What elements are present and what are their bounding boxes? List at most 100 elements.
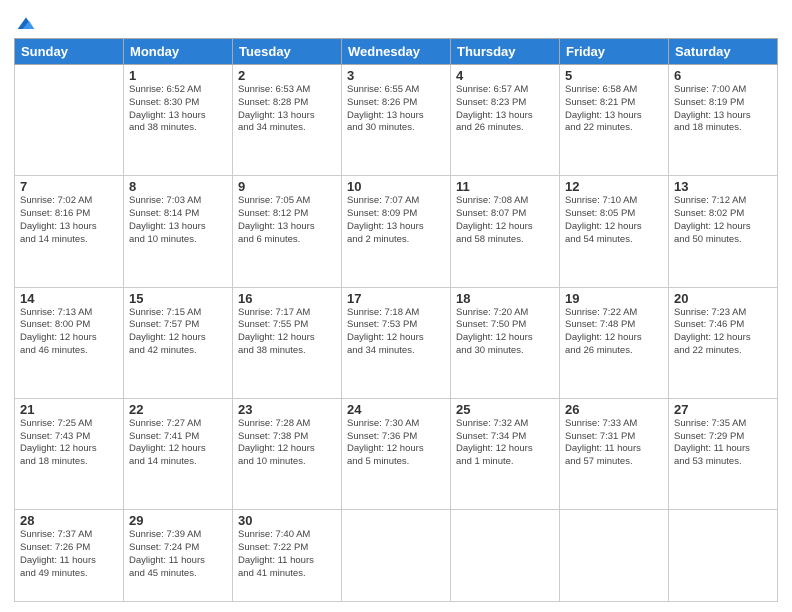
day-info: Sunrise: 7:28 AM Sunset: 7:38 PM Dayligh… (238, 418, 336, 469)
day-number: 18 (456, 291, 554, 306)
calendar-cell: 26Sunrise: 7:33 AM Sunset: 7:31 PM Dayli… (560, 398, 669, 509)
calendar-cell: 30Sunrise: 7:40 AM Sunset: 7:22 PM Dayli… (233, 510, 342, 602)
calendar-cell: 13Sunrise: 7:12 AM Sunset: 8:02 PM Dayli… (669, 176, 778, 287)
day-number: 26 (565, 402, 663, 417)
day-info: Sunrise: 7:03 AM Sunset: 8:14 PM Dayligh… (129, 195, 227, 246)
calendar-cell: 8Sunrise: 7:03 AM Sunset: 8:14 PM Daylig… (124, 176, 233, 287)
calendar-cell (451, 510, 560, 602)
calendar-cell: 18Sunrise: 7:20 AM Sunset: 7:50 PM Dayli… (451, 287, 560, 398)
day-info: Sunrise: 7:27 AM Sunset: 7:41 PM Dayligh… (129, 418, 227, 469)
header-sunday: Sunday (15, 39, 124, 65)
calendar-cell: 23Sunrise: 7:28 AM Sunset: 7:38 PM Dayli… (233, 398, 342, 509)
day-info: Sunrise: 7:39 AM Sunset: 7:24 PM Dayligh… (129, 529, 227, 580)
weekday-header-row: Sunday Monday Tuesday Wednesday Thursday… (15, 39, 778, 65)
day-number: 29 (129, 513, 227, 528)
day-number: 25 (456, 402, 554, 417)
day-info: Sunrise: 7:17 AM Sunset: 7:55 PM Dayligh… (238, 307, 336, 358)
day-number: 19 (565, 291, 663, 306)
day-number: 4 (456, 68, 554, 83)
day-info: Sunrise: 7:20 AM Sunset: 7:50 PM Dayligh… (456, 307, 554, 358)
calendar-cell: 16Sunrise: 7:17 AM Sunset: 7:55 PM Dayli… (233, 287, 342, 398)
day-number: 22 (129, 402, 227, 417)
day-info: Sunrise: 7:18 AM Sunset: 7:53 PM Dayligh… (347, 307, 445, 358)
day-info: Sunrise: 6:52 AM Sunset: 8:30 PM Dayligh… (129, 84, 227, 135)
day-info: Sunrise: 7:23 AM Sunset: 7:46 PM Dayligh… (674, 307, 772, 358)
day-info: Sunrise: 7:10 AM Sunset: 8:05 PM Dayligh… (565, 195, 663, 246)
calendar-cell: 29Sunrise: 7:39 AM Sunset: 7:24 PM Dayli… (124, 510, 233, 602)
day-number: 17 (347, 291, 445, 306)
calendar-cell: 27Sunrise: 7:35 AM Sunset: 7:29 PM Dayli… (669, 398, 778, 509)
calendar-cell: 11Sunrise: 7:08 AM Sunset: 8:07 PM Dayli… (451, 176, 560, 287)
day-info: Sunrise: 6:58 AM Sunset: 8:21 PM Dayligh… (565, 84, 663, 135)
calendar-cell: 1Sunrise: 6:52 AM Sunset: 8:30 PM Daylig… (124, 65, 233, 176)
header (14, 10, 778, 34)
calendar-cell (342, 510, 451, 602)
day-info: Sunrise: 6:53 AM Sunset: 8:28 PM Dayligh… (238, 84, 336, 135)
calendar-cell: 24Sunrise: 7:30 AM Sunset: 7:36 PM Dayli… (342, 398, 451, 509)
header-tuesday: Tuesday (233, 39, 342, 65)
day-number: 5 (565, 68, 663, 83)
day-info: Sunrise: 7:22 AM Sunset: 7:48 PM Dayligh… (565, 307, 663, 358)
calendar-cell: 2Sunrise: 6:53 AM Sunset: 8:28 PM Daylig… (233, 65, 342, 176)
calendar-cell: 19Sunrise: 7:22 AM Sunset: 7:48 PM Dayli… (560, 287, 669, 398)
week-row-1: 1Sunrise: 6:52 AM Sunset: 8:30 PM Daylig… (15, 65, 778, 176)
day-info: Sunrise: 7:05 AM Sunset: 8:12 PM Dayligh… (238, 195, 336, 246)
calendar-cell: 22Sunrise: 7:27 AM Sunset: 7:41 PM Dayli… (124, 398, 233, 509)
header-wednesday: Wednesday (342, 39, 451, 65)
logo-icon (16, 14, 36, 34)
day-number: 7 (20, 179, 118, 194)
day-number: 21 (20, 402, 118, 417)
day-info: Sunrise: 7:30 AM Sunset: 7:36 PM Dayligh… (347, 418, 445, 469)
day-info: Sunrise: 7:07 AM Sunset: 8:09 PM Dayligh… (347, 195, 445, 246)
week-row-2: 7Sunrise: 7:02 AM Sunset: 8:16 PM Daylig… (15, 176, 778, 287)
day-info: Sunrise: 7:40 AM Sunset: 7:22 PM Dayligh… (238, 529, 336, 580)
day-info: Sunrise: 7:08 AM Sunset: 8:07 PM Dayligh… (456, 195, 554, 246)
day-number: 10 (347, 179, 445, 194)
header-monday: Monday (124, 39, 233, 65)
calendar-cell: 17Sunrise: 7:18 AM Sunset: 7:53 PM Dayli… (342, 287, 451, 398)
calendar-table: Sunday Monday Tuesday Wednesday Thursday… (14, 38, 778, 602)
calendar-cell: 14Sunrise: 7:13 AM Sunset: 8:00 PM Dayli… (15, 287, 124, 398)
day-number: 2 (238, 68, 336, 83)
day-info: Sunrise: 7:37 AM Sunset: 7:26 PM Dayligh… (20, 529, 118, 580)
calendar-cell: 4Sunrise: 6:57 AM Sunset: 8:23 PM Daylig… (451, 65, 560, 176)
day-info: Sunrise: 7:00 AM Sunset: 8:19 PM Dayligh… (674, 84, 772, 135)
page: Sunday Monday Tuesday Wednesday Thursday… (0, 0, 792, 612)
day-number: 6 (674, 68, 772, 83)
day-info: Sunrise: 7:32 AM Sunset: 7:34 PM Dayligh… (456, 418, 554, 469)
calendar-cell: 7Sunrise: 7:02 AM Sunset: 8:16 PM Daylig… (15, 176, 124, 287)
calendar-cell: 25Sunrise: 7:32 AM Sunset: 7:34 PM Dayli… (451, 398, 560, 509)
day-number: 11 (456, 179, 554, 194)
calendar-cell: 21Sunrise: 7:25 AM Sunset: 7:43 PM Dayli… (15, 398, 124, 509)
header-friday: Friday (560, 39, 669, 65)
header-saturday: Saturday (669, 39, 778, 65)
calendar-cell: 5Sunrise: 6:58 AM Sunset: 8:21 PM Daylig… (560, 65, 669, 176)
calendar-cell: 10Sunrise: 7:07 AM Sunset: 8:09 PM Dayli… (342, 176, 451, 287)
week-row-5: 28Sunrise: 7:37 AM Sunset: 7:26 PM Dayli… (15, 510, 778, 602)
day-number: 28 (20, 513, 118, 528)
calendar-cell (560, 510, 669, 602)
day-number: 23 (238, 402, 336, 417)
week-row-4: 21Sunrise: 7:25 AM Sunset: 7:43 PM Dayli… (15, 398, 778, 509)
day-number: 9 (238, 179, 336, 194)
calendar-cell: 6Sunrise: 7:00 AM Sunset: 8:19 PM Daylig… (669, 65, 778, 176)
week-row-3: 14Sunrise: 7:13 AM Sunset: 8:00 PM Dayli… (15, 287, 778, 398)
day-info: Sunrise: 7:15 AM Sunset: 7:57 PM Dayligh… (129, 307, 227, 358)
calendar-cell: 12Sunrise: 7:10 AM Sunset: 8:05 PM Dayli… (560, 176, 669, 287)
day-info: Sunrise: 7:12 AM Sunset: 8:02 PM Dayligh… (674, 195, 772, 246)
day-info: Sunrise: 6:57 AM Sunset: 8:23 PM Dayligh… (456, 84, 554, 135)
day-number: 27 (674, 402, 772, 417)
day-number: 13 (674, 179, 772, 194)
calendar-cell: 15Sunrise: 7:15 AM Sunset: 7:57 PM Dayli… (124, 287, 233, 398)
calendar-cell: 20Sunrise: 7:23 AM Sunset: 7:46 PM Dayli… (669, 287, 778, 398)
calendar-cell (669, 510, 778, 602)
day-info: Sunrise: 7:35 AM Sunset: 7:29 PM Dayligh… (674, 418, 772, 469)
calendar-cell (15, 65, 124, 176)
day-number: 12 (565, 179, 663, 194)
header-thursday: Thursday (451, 39, 560, 65)
day-number: 3 (347, 68, 445, 83)
logo (14, 14, 36, 34)
calendar-cell: 3Sunrise: 6:55 AM Sunset: 8:26 PM Daylig… (342, 65, 451, 176)
day-number: 20 (674, 291, 772, 306)
day-info: Sunrise: 7:02 AM Sunset: 8:16 PM Dayligh… (20, 195, 118, 246)
